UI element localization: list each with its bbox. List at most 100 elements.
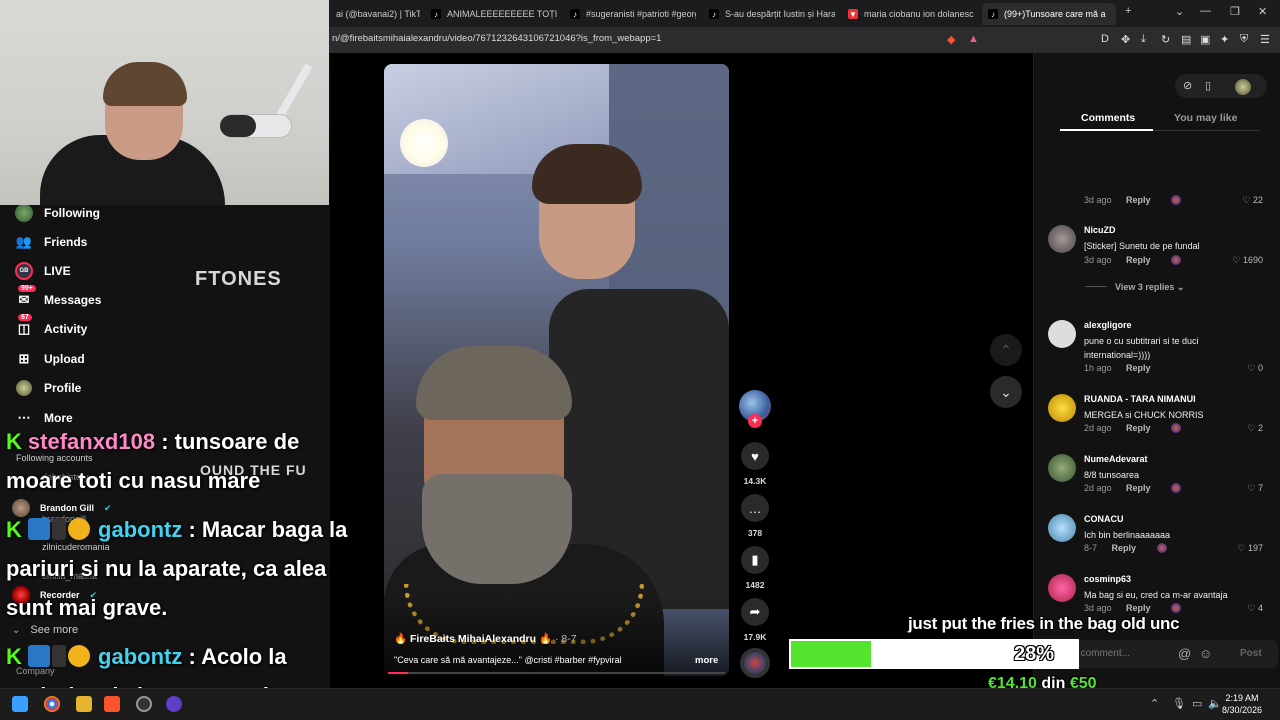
post-button[interactable]: Post: [1240, 648, 1262, 659]
brave-shield-icon[interactable]: ◆: [947, 33, 955, 46]
previous-video-button[interactable]: ⌃: [990, 334, 1022, 366]
compass-icon[interactable]: ⊘: [1183, 79, 1192, 92]
browser-tab[interactable]: ai (@bavanai2) | TikTok: [330, 3, 420, 25]
sidebar-item-profile[interactable]: Profile: [14, 378, 81, 398]
follow-button[interactable]: +: [748, 414, 762, 428]
comment-username[interactable]: CONACU: [1084, 514, 1124, 524]
vpn-icon[interactable]: ⛨: [1240, 33, 1248, 46]
sidebar-item-following[interactable]: Following: [14, 203, 100, 223]
comment-username[interactable]: alexgligore: [1084, 320, 1132, 330]
creator-liked-icon: [1156, 543, 1167, 553]
heart-icon[interactable]: ♥: [741, 442, 769, 470]
new-tab-button[interactable]: +: [1125, 5, 1131, 17]
comment-like[interactable]: ♡ 197: [1237, 543, 1263, 554]
sidebar-toggle-icon[interactable]: ▤: [1181, 33, 1191, 46]
comment-username[interactable]: NicuZD: [1084, 225, 1116, 235]
reply-button[interactable]: Reply: [1126, 603, 1151, 613]
sidebar-item-live[interactable]: GB LIVE: [14, 261, 71, 281]
sidebar-item-messages[interactable]: ✉ 99+ Messages: [14, 285, 101, 310]
comment-username[interactable]: RUANDA - TARA NIMANUI: [1084, 394, 1196, 404]
tab-comments[interactable]: Comments: [1081, 112, 1135, 124]
chevron-up-icon[interactable]: ⌃: [1150, 697, 1159, 710]
music-disc-icon[interactable]: [740, 648, 770, 678]
volume-icon[interactable]: 🔈: [1208, 697, 1222, 710]
sidebar-item-friends[interactable]: 👥 Friends: [14, 232, 87, 252]
file-explorer-icon[interactable]: [76, 696, 92, 712]
menu-icon[interactable]: ☰: [1260, 33, 1270, 46]
view-replies-button[interactable]: View 3 replies ⌄: [1085, 282, 1184, 293]
share-icon[interactable]: ➦: [741, 598, 769, 626]
tab-title: (99+)Tunsoare care mă a: [1004, 9, 1106, 19]
more-button[interactable]: more: [695, 655, 718, 666]
avatar[interactable]: [1048, 320, 1076, 348]
maximize-icon[interactable]: ❐: [1230, 5, 1240, 18]
video-player[interactable]: [384, 64, 729, 676]
brave-icon[interactable]: [104, 696, 120, 712]
rewards-icon[interactable]: ▲: [968, 33, 979, 45]
bookmark-icon[interactable]: ▮: [741, 546, 769, 574]
activity-icon: ◫ 67: [17, 314, 32, 336]
tab-search-icon[interactable]: ⌄: [1175, 5, 1184, 18]
comment-action[interactable]: … 378: [740, 494, 770, 538]
browser-tab[interactable]: ♪ #sugeranisti #patrioti #georg: [564, 3, 696, 25]
comment-meta: 8-7 Reply: [1084, 543, 1167, 553]
start-icon[interactable]: [12, 696, 28, 712]
bookmark-action[interactable]: ▮ 1482: [740, 546, 770, 590]
chrome-icon[interactable]: [44, 696, 60, 712]
app-icon[interactable]: [166, 696, 182, 712]
video-author[interactable]: 🔥 FireBaits MihaiAlexandru 🔥 · 8-7: [394, 632, 577, 645]
sidebar-item-upload[interactable]: ⊞ Upload: [14, 349, 85, 369]
tab-you-may-like[interactable]: You may like: [1174, 112, 1237, 124]
video-progress-bar[interactable]: [388, 672, 725, 674]
leo-ai-icon[interactable]: ✦: [1220, 33, 1229, 46]
tab-title: S-au despărțit Iustin și Hara? -: [725, 9, 835, 19]
avatar[interactable]: [1048, 454, 1076, 482]
minimize-icon[interactable]: —: [1200, 5, 1211, 17]
network-icon[interactable]: ▭: [1192, 697, 1202, 710]
reply-button[interactable]: Reply: [1112, 543, 1137, 553]
comment-like[interactable]: ♡ 0: [1247, 363, 1263, 374]
user-avatar[interactable]: [1235, 79, 1251, 98]
browser-tab[interactable]: ♪ ANIMALEEEEEEEEE TOȚI BĂR: [425, 3, 557, 25]
obs-icon[interactable]: [136, 696, 152, 712]
reply-button[interactable]: Reply: [1126, 255, 1151, 265]
system-clock[interactable]: 2:19 AM 8/30/2026: [1222, 692, 1262, 716]
device-icon[interactable]: ▯: [1205, 79, 1211, 92]
avatar[interactable]: [1048, 574, 1076, 602]
window-close-icon[interactable]: ✕: [1258, 5, 1267, 18]
comment-like[interactable]: ♡ 7: [1247, 483, 1263, 494]
url-field[interactable]: n/@firebaitsmihaialexandru/video/7671232…: [332, 33, 661, 44]
like-action[interactable]: ♥ 14.3K: [740, 442, 770, 486]
extensions-icon[interactable]: ✥: [1121, 33, 1130, 46]
browser-tab[interactable]: ▼ maria ciobanu ion dolanescu: [842, 3, 974, 25]
download-icon[interactable]: ⤓: [1141, 33, 1146, 46]
comment-text: [Sticker] Sunetu de pe fundal: [1084, 241, 1200, 251]
emoji-icon[interactable]: ☺: [1199, 646, 1212, 661]
mention-icon[interactable]: @: [1178, 646, 1191, 661]
reply-button[interactable]: Reply: [1126, 363, 1151, 373]
next-video-button[interactable]: ⌄: [990, 376, 1022, 408]
comment-username[interactable]: cosminp63: [1084, 574, 1131, 584]
wallet-icon[interactable]: ▣: [1200, 33, 1210, 46]
avatar[interactable]: [1048, 394, 1076, 422]
share-action[interactable]: ➦ 17.9K: [740, 598, 770, 642]
extension-d-icon[interactable]: D: [1101, 33, 1109, 45]
reply-button[interactable]: Reply: [1126, 423, 1151, 433]
avatar[interactable]: [1048, 514, 1076, 542]
comment-like[interactable]: ♡ 4: [1247, 603, 1263, 614]
comment-username[interactable]: NumeAdevarat: [1084, 454, 1148, 464]
sidebar-item-activity[interactable]: ◫ 67 Activity: [14, 314, 87, 339]
comment-like[interactable]: ♡ 2: [1247, 423, 1263, 434]
comment-like[interactable]: ♡ 22: [1242, 195, 1263, 206]
browser-tab-active[interactable]: ♪ (99+)Tunsoare care mă a ✕: [982, 3, 1116, 25]
microphone-icon[interactable]: 🎙: [1172, 697, 1186, 710]
close-tab-icon[interactable]: ✕: [1115, 9, 1116, 20]
history-icon[interactable]: ↻: [1161, 33, 1170, 46]
browser-tab[interactable]: ♪ S-au despărțit Iustin și Hara? -: [703, 3, 835, 25]
comment-icon[interactable]: …: [741, 494, 769, 522]
comment-like[interactable]: ♡ 1690: [1232, 255, 1263, 266]
reply-button[interactable]: Reply: [1126, 195, 1151, 205]
avatar[interactable]: [1048, 225, 1076, 253]
sidebar-item-label: Upload: [44, 352, 85, 366]
reply-button[interactable]: Reply: [1126, 483, 1151, 493]
